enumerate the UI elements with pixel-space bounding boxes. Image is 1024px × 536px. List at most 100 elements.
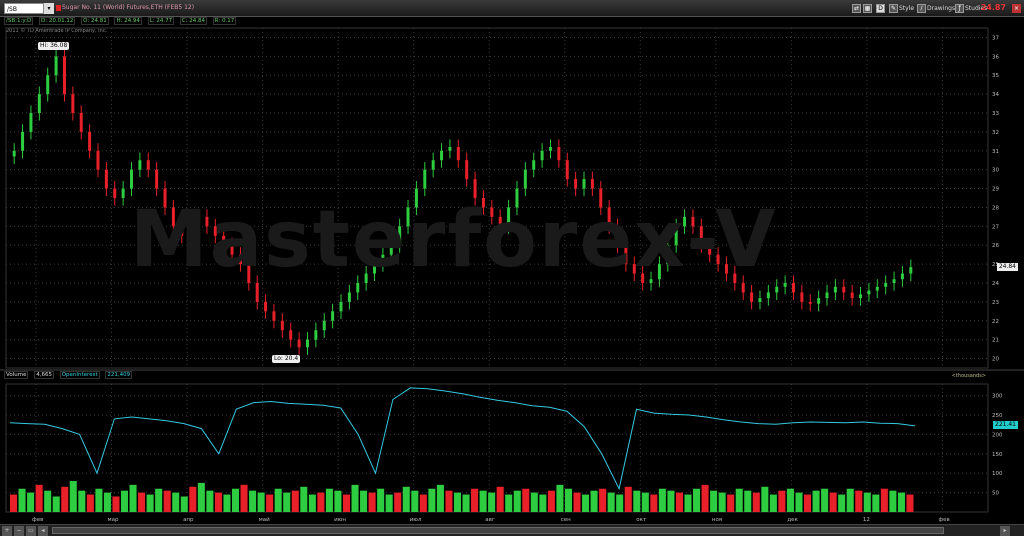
candle-body: [683, 216, 687, 227]
volume-bar: [69, 480, 77, 512]
volume-bar: [701, 484, 709, 512]
candle-body: [465, 160, 469, 180]
candle-body: [590, 179, 594, 189]
volume-bar: [240, 484, 248, 512]
candle-body: [674, 226, 678, 246]
candle-body: [582, 179, 586, 189]
scroll-left-icon[interactable]: ◂: [38, 526, 48, 536]
scroll-thumb[interactable]: [52, 527, 944, 534]
volume-bar: [582, 494, 590, 512]
candle-body: [12, 150, 16, 157]
volume-bar: [573, 492, 581, 512]
candle-body: [339, 301, 343, 312]
volume-bar: [684, 494, 692, 512]
volume-bar: [231, 488, 240, 512]
zoom-in-icon[interactable]: +: [2, 526, 12, 536]
volume-tick-label: 100: [992, 471, 1003, 477]
zoom-out-icon[interactable]: −: [14, 526, 24, 536]
candle-body: [255, 283, 259, 302]
candle-body: [96, 150, 100, 170]
candle-body: [121, 188, 125, 198]
candle-body: [71, 94, 75, 113]
volume-bar: [18, 488, 26, 512]
volume-bar: [795, 492, 803, 512]
scroll-right-icon[interactable]: ▸: [1000, 526, 1010, 536]
candle-body: [289, 330, 293, 340]
candle-body: [423, 169, 427, 189]
candle-body: [666, 245, 670, 265]
volume-bar: [880, 488, 888, 512]
zoom-fit-icon[interactable]: ▭: [26, 526, 36, 536]
volume-bar: [10, 494, 18, 512]
units-label: <thousands>: [951, 373, 986, 379]
candle-body: [515, 188, 519, 208]
volume-bar: [411, 490, 419, 512]
volume-bar: [735, 488, 743, 512]
volume-bar: [436, 484, 444, 512]
candle-body: [490, 207, 494, 217]
time-tick-label: сен: [561, 517, 571, 523]
candle-body: [230, 245, 234, 255]
price-tick-label: 22: [992, 319, 999, 325]
time-tick-label: июл: [410, 517, 422, 523]
candle-body: [222, 235, 226, 246]
volume-bar: [897, 492, 905, 512]
price-tick-label: 20: [992, 357, 999, 363]
time-tick-label: окт: [636, 517, 647, 523]
volume-bar: [138, 492, 146, 512]
candle-body: [548, 147, 552, 151]
volume-bar: [633, 490, 641, 512]
volume-bar: [342, 494, 351, 512]
price-tick-label: 37: [992, 35, 999, 41]
candle-body: [180, 226, 184, 236]
volume-bar: [906, 494, 914, 512]
candle-body: [473, 179, 477, 198]
volume-bar: [488, 492, 496, 512]
price-tick-label: 26: [992, 243, 999, 249]
candle-body: [213, 226, 217, 236]
volume-bar: [163, 490, 171, 512]
volume-bar: [402, 486, 410, 512]
volume-bar: [334, 490, 342, 512]
candle-body: [414, 188, 418, 208]
volume-bar: [385, 494, 393, 512]
volume-bar: [718, 492, 726, 512]
candle-body: [481, 198, 485, 208]
volume-bar: [394, 492, 402, 512]
volume-bar: [641, 492, 649, 512]
volume-bar: [35, 484, 43, 512]
high-label: Hi: 36.08: [38, 42, 70, 50]
volume-bar: [752, 492, 760, 512]
volume-bar: [829, 492, 837, 512]
volume-bar: [778, 490, 786, 512]
time-tick-label: июн: [334, 517, 346, 523]
candle-body: [850, 292, 854, 299]
price-tick-label: 35: [992, 73, 999, 79]
price-chart[interactable]: 202122232425262728293031323334353637фев м…: [0, 0, 1024, 536]
volume-label: Volume: [4, 371, 29, 379]
candle-body: [540, 150, 544, 161]
volume-bar: [419, 494, 427, 512]
candle-body: [574, 179, 578, 189]
candle-body: [146, 160, 150, 170]
volume-bar: [146, 494, 154, 512]
price-tick-label: 24: [992, 281, 999, 287]
price-tick-label: 36: [992, 54, 999, 60]
low-label: Lo: 20.4: [272, 355, 301, 363]
candle-body: [716, 254, 720, 265]
volume-bar: [855, 490, 863, 512]
candle-body: [892, 279, 896, 283]
candle-body: [322, 320, 326, 331]
volume-bar: [180, 496, 188, 512]
volume-bar: [206, 490, 214, 512]
candle-body: [766, 292, 770, 299]
candle-body: [138, 160, 142, 170]
candle-body: [791, 283, 795, 293]
candle-body: [264, 301, 268, 312]
candle-body: [532, 160, 536, 170]
oi-tag: 221.41: [993, 421, 1018, 429]
candle-body: [163, 188, 167, 208]
volume-bar: [744, 490, 752, 512]
chart-scrollbar[interactable]: + − ▭ ◂ ▸: [0, 524, 1024, 536]
candle-body: [825, 292, 829, 299]
